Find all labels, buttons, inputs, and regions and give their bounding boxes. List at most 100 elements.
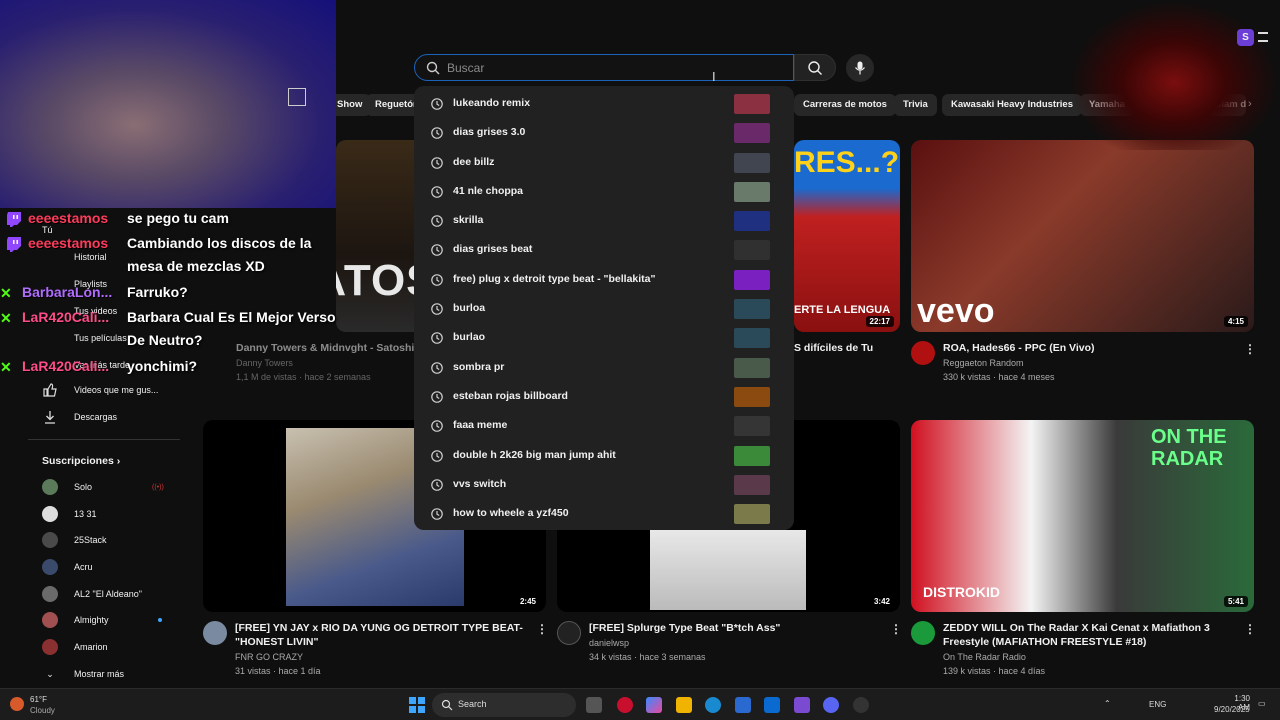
chevron-right-icon[interactable]: › — [1248, 98, 1252, 110]
suggestion-item[interactable]: free) plug x detroit type beat - "bellak… — [414, 265, 794, 294]
app-icon[interactable] — [794, 697, 810, 713]
twitch-icon — [7, 212, 21, 228]
history-icon — [431, 449, 443, 462]
video-channel[interactable]: On The Radar Radio — [943, 650, 1026, 664]
show-more-label: Mostrar más — [74, 669, 125, 679]
sub-label: 25Stack — [74, 535, 107, 545]
video-title[interactable]: ROA, Hades66 - PPC (En Vivo) — [943, 341, 1233, 355]
channel-avatar[interactable] — [203, 621, 227, 645]
video-title[interactable]: ZEDDY WILL On The Radar X Kai Cenat x Ma… — [943, 621, 1233, 649]
square-icon — [288, 88, 306, 106]
thumbnail-caption: ERTE LA LENGUA — [794, 304, 891, 316]
edge-icon[interactable] — [705, 697, 721, 713]
avatar — [42, 586, 58, 602]
chevron-right-icon: › — [116, 455, 121, 467]
search-box[interactable] — [414, 54, 794, 81]
sub-item-25stack[interactable]: 25Stack — [42, 530, 107, 550]
search-button[interactable] — [794, 54, 836, 81]
suggestion-item[interactable]: 41 nle choppa — [414, 177, 794, 206]
sub-label: 13 31 — [74, 509, 97, 519]
suggestion-item[interactable]: esteban rojas billboard — [414, 382, 794, 411]
sidebar-item-liked[interactable]: Videos que me gus... — [42, 380, 158, 400]
taskbar-search[interactable]: Search — [432, 693, 576, 717]
suggestion-item[interactable]: burloa — [414, 294, 794, 323]
suggestion-thumbnail — [734, 299, 770, 320]
chip-carreras-de-motos[interactable]: Carreras de motos — [794, 94, 896, 116]
sub-item-solo[interactable]: Solo — [42, 477, 92, 497]
webcam-overlay — [0, 0, 336, 208]
video-channel[interactable]: danielwsp — [589, 636, 629, 650]
voice-search-button[interactable] — [846, 54, 874, 82]
clock-date[interactable]: 9/20/2025 — [1214, 705, 1250, 714]
suggestion-item[interactable]: burlao — [414, 323, 794, 352]
channel-avatar[interactable] — [911, 341, 935, 365]
video-meta: 139 k vistas · hace 4 días — [943, 666, 1046, 676]
opera-icon[interactable] — [617, 697, 633, 713]
windows-start-icon[interactable] — [409, 697, 425, 713]
suggestion-item[interactable]: skrilla — [414, 206, 794, 235]
sub-item-amarion[interactable]: Amarion — [42, 637, 108, 657]
channel-avatar[interactable] — [911, 621, 935, 645]
suggestion-text: free) plug x detroit type beat - "bellak… — [453, 272, 656, 285]
sub-item-almighty[interactable]: Almighty — [42, 610, 109, 630]
history-icon — [431, 303, 443, 315]
weather-widget[interactable]: 61°F Cloudy — [8, 693, 88, 717]
language-indicator[interactable]: ENG — [1149, 700, 1166, 709]
task-view-icon[interactable] — [586, 697, 602, 713]
more-vert-icon[interactable]: ⋮ — [1244, 622, 1256, 636]
video-duration: 2:45 — [515, 596, 540, 607]
history-icon — [431, 391, 443, 403]
more-vert-icon[interactable]: ⋮ — [536, 622, 548, 636]
discord-icon[interactable] — [823, 697, 839, 713]
suggestion-item[interactable]: lukeando remix — [414, 89, 794, 118]
history-icon — [431, 273, 443, 286]
video-thumbnail[interactable]: RES...? ERTE LA LENGUA 22:17 — [794, 140, 900, 332]
search-input[interactable] — [447, 58, 777, 78]
chevron-up-icon[interactable]: ⌃ — [1104, 699, 1111, 708]
suggestion-item[interactable]: dee billz — [414, 148, 794, 177]
video-title[interactable]: S difíciles de Tu — [794, 341, 894, 355]
video-thumbnail[interactable]: ON THE RADAR DISTROKID 5:41 — [911, 420, 1254, 612]
store-icon[interactable] — [735, 697, 751, 713]
suggestion-thumbnail — [734, 211, 770, 232]
video-channel[interactable]: Reggaeton Random — [943, 356, 1024, 370]
outlook-icon[interactable] — [764, 697, 780, 713]
more-vert-icon[interactable]: ⋮ — [1244, 342, 1256, 356]
sidebar-item-descargas[interactable]: Descargas — [42, 407, 117, 427]
video-thumbnail[interactable]: vevo 4:15 — [911, 140, 1254, 332]
more-vert-icon[interactable]: ⋮ — [890, 622, 902, 636]
suggestion-item[interactable]: sombra pr — [414, 353, 794, 382]
chip-trivia[interactable]: Trivia — [894, 94, 937, 116]
file-explorer-icon[interactable] — [676, 697, 692, 713]
sub-item-al2[interactable]: AL2 "El Aldeano" — [42, 584, 142, 604]
obs-icon[interactable] — [853, 697, 869, 713]
show-more-button[interactable]: ⌄ Mostrar más — [42, 664, 124, 684]
subscriptions-title[interactable]: Suscripciones › — [42, 455, 120, 467]
notification-icon[interactable]: ▭ — [1258, 699, 1266, 708]
menu-icon[interactable] — [1258, 32, 1268, 42]
suggestion-item[interactable]: faaa meme — [414, 411, 794, 440]
chip-slam[interactable]: Slam d — [1206, 94, 1246, 116]
sub-label: Amarion — [74, 642, 108, 652]
chat-message: Barbara Cual Es El Mejor Verso De Neutro… — [127, 309, 336, 348]
suggestion-text: burloa — [453, 302, 486, 315]
sub-item-13-31[interactable]: 13 31 — [42, 504, 97, 524]
suggestion-item[interactable]: double h 2k26 big man jump ahit — [414, 441, 794, 470]
search-icon — [808, 60, 822, 75]
sub-item-acru[interactable]: Acru — [42, 557, 93, 577]
channel-avatar[interactable] — [557, 621, 581, 645]
chip-yamaha[interactable]: Yamaha — [1080, 94, 1134, 116]
chat-username: ✕ LaR420Cali... — [0, 309, 109, 326]
video-title[interactable]: [FREE] Splurge Type Beat "B*tch Ass" — [589, 621, 879, 635]
download-icon — [45, 411, 55, 424]
suggestion-item[interactable]: how to wheele a yzf450 — [414, 499, 794, 528]
chip-kawasaki[interactable]: Kawasaki Heavy Industries — [942, 94, 1082, 116]
copilot-icon[interactable] — [646, 697, 662, 713]
vevo-logo: vevo — [917, 292, 995, 330]
suggestion-item[interactable]: dias grises 3.0 — [414, 118, 794, 147]
suggestion-item[interactable]: vvs switch — [414, 470, 794, 499]
suggestion-item[interactable]: dias grises beat — [414, 235, 794, 264]
profile-avatar[interactable]: S — [1237, 29, 1254, 46]
video-title[interactable]: [FREE] YN JAY x RIO DA YUNG OG DETROIT T… — [235, 621, 525, 649]
video-channel[interactable]: FNR GO CRAZY — [235, 650, 303, 664]
